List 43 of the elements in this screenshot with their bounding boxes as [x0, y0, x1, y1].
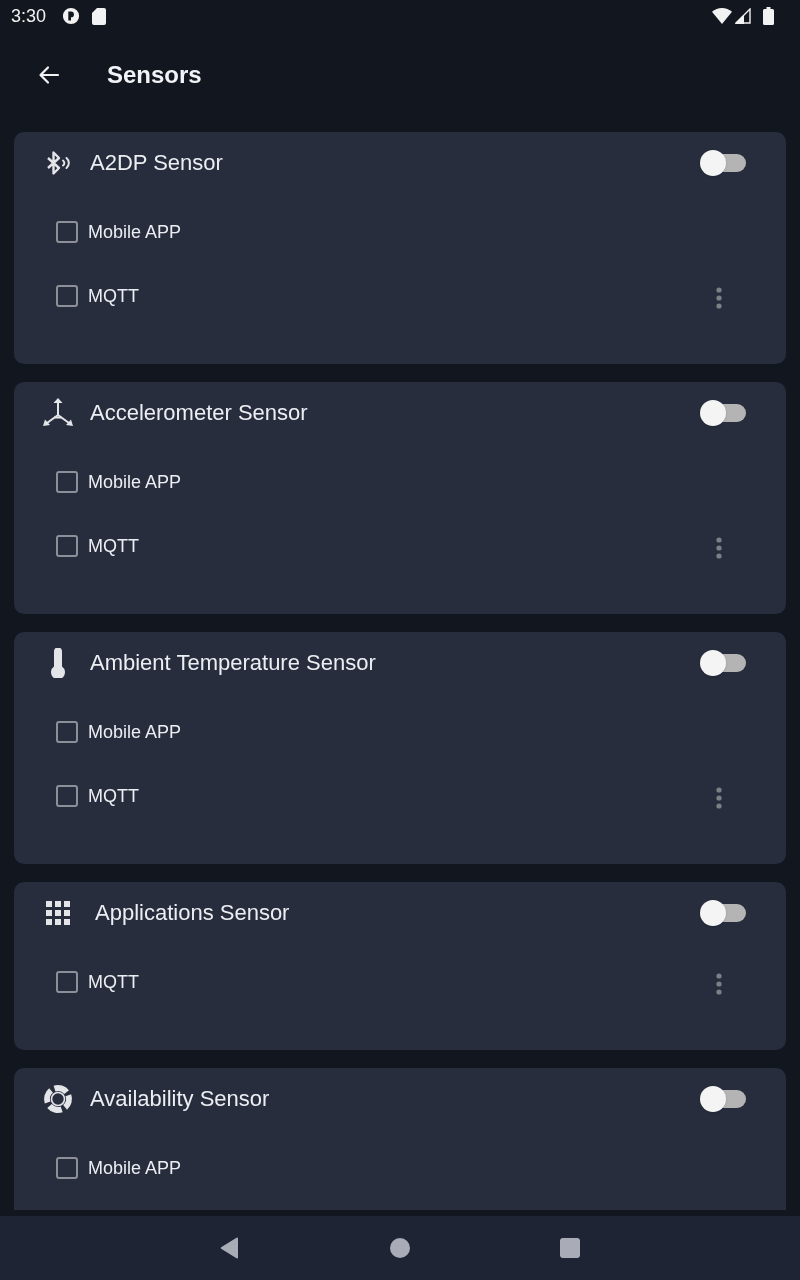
signal-icon [735, 8, 751, 24]
checkbox-label: MQTT [88, 973, 139, 991]
axis-arrows-icon [42, 398, 74, 428]
sensor-title: Accelerometer Sensor [90, 402, 308, 424]
checkbox[interactable] [56, 971, 78, 993]
checkbox-label: MQTT [88, 787, 139, 805]
toggle-switch[interactable] [700, 900, 746, 926]
sensor-title: A2DP Sensor [90, 152, 223, 174]
more-options-icon[interactable] [716, 287, 722, 309]
sd-card-icon [92, 7, 107, 25]
checkbox-label: Mobile APP [88, 1159, 182, 1177]
toggle-switch[interactable] [700, 150, 746, 176]
checkbox[interactable] [56, 785, 78, 807]
more-options-icon[interactable] [716, 973, 722, 995]
checkbox-label: MQTT [88, 537, 139, 555]
sensor-title: Availability Sensor [90, 1088, 270, 1110]
sensor-title: Applications Sensor [95, 902, 290, 924]
checkbox-label: MQTT [88, 287, 139, 305]
more-options-icon[interactable] [716, 537, 722, 559]
more-options-icon[interactable] [716, 787, 722, 809]
checkbox[interactable] [56, 1157, 78, 1179]
checkbox-label: Mobile APP [88, 723, 182, 741]
checkbox-label: Mobile APP [88, 473, 182, 491]
status-time: 3:30 [11, 7, 47, 25]
sensor-title: Ambient Temperature Sensor [90, 652, 376, 674]
nav-home-icon[interactable] [390, 1238, 410, 1258]
nav-back-icon[interactable] [220, 1237, 240, 1259]
checkbox[interactable] [56, 721, 78, 743]
page-title: Sensors [107, 63, 202, 87]
life-ring-icon [43, 1084, 73, 1114]
toggle-switch[interactable] [700, 650, 746, 676]
checkbox[interactable] [56, 471, 78, 493]
grid-icon [46, 901, 70, 925]
checkbox[interactable] [56, 535, 78, 557]
notification-icon [62, 7, 81, 25]
checkbox[interactable] [56, 285, 78, 307]
thermometer-icon [50, 648, 66, 678]
toggle-switch[interactable] [700, 400, 746, 426]
battery-icon [763, 7, 774, 25]
checkbox[interactable] [56, 221, 78, 243]
wifi-icon [712, 8, 732, 24]
checkbox-label: Mobile APP [88, 223, 182, 241]
toggle-switch[interactable] [700, 1086, 746, 1112]
